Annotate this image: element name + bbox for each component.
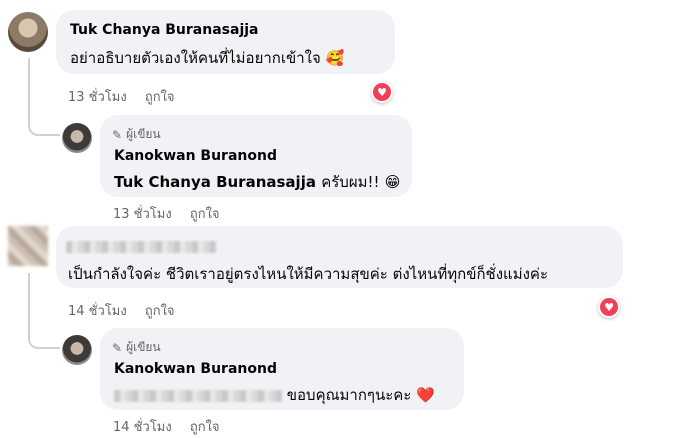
comment-time[interactable]: 13 ชั่วโมง (68, 90, 127, 105)
reply-bubble: ✎ ผู้เขียน Kanokwan Buranond Tuk Chanya … (100, 115, 412, 197)
comment-meta: 14 ชั่วโมง ถูกใจ (113, 416, 220, 437)
comment-author[interactable]: Kanokwan Buranond (114, 148, 277, 164)
red-heart-icon: ❤️ (416, 386, 435, 404)
comment-bubble: เป็นกำลังใจค่ะ ชีวิตเราอยู่ตรงไหนให้มีคว… (56, 226, 623, 288)
avatar[interactable] (62, 335, 92, 365)
mention-link[interactable]: Tuk Chanya Buranasajja (114, 173, 316, 191)
comment-time[interactable]: 14 ชั่วโมง (113, 420, 172, 435)
comment-text: ขอบคุณมากๆนะคะ ❤️ (114, 383, 435, 407)
comment-bubble: Tuk Chanya Buranasajja อย่าอธิบายตัวเองใ… (56, 10, 395, 74)
author-badge: ✎ ผู้เขียน (112, 340, 161, 355)
comment-meta: 13 ชั่วโมง ถูกใจ (68, 86, 175, 107)
like-button[interactable]: ถูกใจ (190, 420, 220, 435)
comment-author[interactable]: Tuk Chanya Buranasajja (70, 22, 259, 38)
comment-meta: 13 ชั่วโมง ถูกใจ (113, 203, 220, 224)
like-button[interactable]: ถูกใจ (145, 90, 175, 105)
avatar[interactable] (8, 12, 48, 52)
comment-author[interactable]: Kanokwan Buranond (114, 361, 277, 377)
comment-text: อย่าอธิบายตัวเองให้คนที่ไม่อยากเข้าใจ 🥰 (70, 49, 345, 67)
avatar[interactable] (62, 123, 92, 153)
like-button[interactable]: ถูกใจ (145, 304, 175, 319)
thread-connector (28, 58, 60, 136)
author-badge: ✎ ผู้เขียน (112, 127, 161, 142)
smiling-face-with-hearts-icon: 🥰 (325, 49, 345, 67)
reply-bubble: ✎ ผู้เขียน Kanokwan Buranond ขอบคุณมากๆน… (100, 328, 464, 410)
pencil-icon: ✎ (112, 127, 123, 142)
comment-text: Tuk Chanya Buranasajja ครับผม!! 😁 (114, 173, 401, 191)
thread-connector (28, 273, 60, 349)
heart-icon[interactable]: ♥ (371, 81, 393, 103)
comment-meta: 14 ชั่วโมง ถูกใจ (68, 300, 175, 321)
redacted-author (66, 238, 216, 257)
pencil-icon: ✎ (112, 340, 123, 355)
comment-time[interactable]: 13 ชั่วโมง (113, 207, 172, 222)
comment-time[interactable]: 14 ชั่วโมง (68, 304, 127, 319)
grinning-face-icon: 😁 (384, 173, 401, 191)
redacted-mention (114, 389, 282, 402)
comment-text: เป็นกำลังใจค่ะ ชีวิตเราอยู่ตรงไหนให้มีคว… (68, 265, 549, 283)
like-button[interactable]: ถูกใจ (190, 207, 220, 222)
avatar[interactable] (8, 226, 48, 266)
heart-icon[interactable]: ♥ (598, 296, 620, 318)
